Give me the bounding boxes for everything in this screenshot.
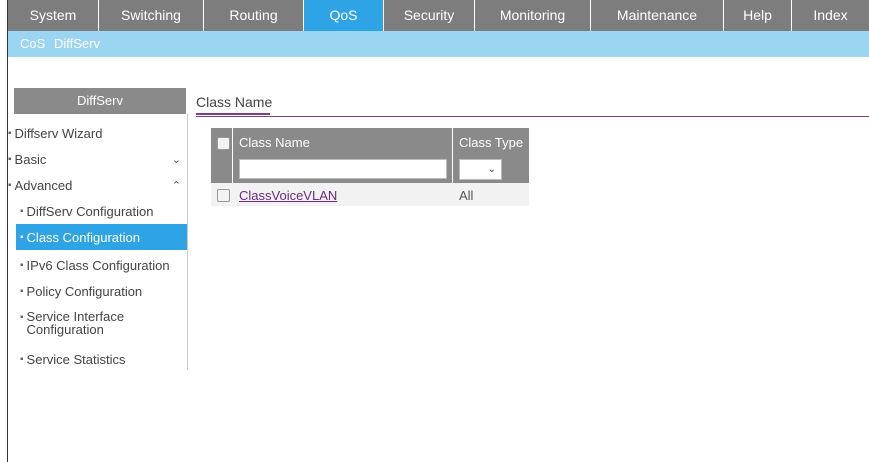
- subnav-diffserv[interactable]: DiffServ: [54, 31, 100, 57]
- sidebar-item-policy-configuration[interactable]: ▪ Policy Configuration: [16, 282, 187, 300]
- bullet-icon: ▪: [20, 231, 24, 243]
- sub-nav: CoS DiffServ: [8, 31, 869, 57]
- sidebar-item-service-interface-configuration[interactable]: ▪ Service Interface Configuration: [16, 310, 187, 340]
- row-checkbox[interactable]: [217, 189, 230, 202]
- top-nav: System Switching Routing QoS Security Mo…: [8, 0, 869, 31]
- select-all-checkbox[interactable]: [217, 137, 230, 150]
- bullet-icon: ▪: [20, 205, 24, 217]
- column-separator: [452, 128, 453, 183]
- sidebar-item-label: Service Statistics: [26, 351, 126, 367]
- class-name-filter-input[interactable]: [239, 159, 447, 179]
- sidebar-item-label: Diffserv Wizard: [14, 125, 103, 141]
- tab-help[interactable]: Help: [724, 0, 792, 31]
- column-header-class-name: Class Name: [239, 135, 310, 150]
- tab-monitoring[interactable]: Monitoring: [475, 0, 591, 31]
- chevron-up-icon: ⌃: [171, 179, 181, 192]
- sidebar-item-label: Basic: [14, 151, 47, 167]
- sidebar-item-label: DiffServ Configuration: [26, 203, 154, 219]
- sidebar-item-label: Class Configuration: [26, 229, 140, 245]
- tab-qos[interactable]: QoS: [304, 0, 384, 31]
- class-type-filter-select[interactable]: ⌄: [459, 159, 502, 180]
- sidebar-item-service-statistics[interactable]: ▪ Service Statistics: [16, 350, 187, 368]
- sidebar-item-label: Policy Configuration: [26, 283, 143, 299]
- class-type-value: All: [459, 188, 474, 203]
- tab-divider: [196, 116, 869, 117]
- sidebar-item-basic[interactable]: ▪ Basic ⌄: [8, 150, 187, 168]
- tab-maintenance[interactable]: Maintenance: [591, 0, 724, 31]
- sidebar-item-ipv6-class-configuration[interactable]: ▪ IPv6 Class Configuration: [16, 256, 187, 274]
- sidebar-item-advanced[interactable]: ▪ Advanced ⌃: [8, 176, 187, 194]
- tab-class-name[interactable]: Class Name: [196, 94, 272, 110]
- tab-security[interactable]: Security: [384, 0, 475, 31]
- bullet-icon: ▪: [20, 259, 24, 271]
- tab-switching[interactable]: Switching: [99, 0, 204, 31]
- sidebar-item-diffserv-wizard[interactable]: ▪ Diffserv Wizard: [8, 124, 187, 142]
- tab-index[interactable]: Index: [792, 0, 869, 31]
- sidebar-item-label: IPv6 Class Configuration: [26, 257, 170, 273]
- bullet-icon: ▪: [8, 179, 12, 191]
- tab-system[interactable]: System: [8, 0, 99, 31]
- bullet-icon: ▪: [8, 127, 12, 139]
- sidebar-item-label: Advanced: [14, 177, 73, 193]
- bullet-icon: ▪: [20, 312, 24, 323]
- bullet-icon: ▪: [20, 353, 24, 365]
- sidebar-item-class-configuration[interactable]: ▪ Class Configuration: [16, 224, 187, 250]
- subnav-cos[interactable]: CoS: [20, 31, 45, 57]
- class-name-link[interactable]: ClassVoiceVLAN: [239, 188, 337, 203]
- chevron-down-icon: ⌄: [171, 153, 181, 166]
- column-header-class-type: Class Type: [459, 135, 524, 150]
- table-row: ClassVoiceVLAN All: [211, 183, 529, 206]
- sidebar-item-label: Service Interface Configuration: [26, 309, 125, 337]
- chevron-down-icon: ⌄: [487, 164, 496, 175]
- table-header: Class Name Class Type: [211, 128, 529, 157]
- sidebar-item-diffserv-configuration[interactable]: ▪ DiffServ Configuration: [16, 202, 187, 220]
- bullet-icon: ▪: [20, 285, 24, 297]
- bullet-icon: ▪: [8, 153, 12, 165]
- sidebar-title: DiffServ: [14, 88, 186, 114]
- tab-routing[interactable]: Routing: [204, 0, 304, 31]
- frame-border: [7, 0, 8, 462]
- column-separator: [232, 128, 233, 183]
- sidebar-divider: [187, 114, 188, 370]
- tab-underline: [196, 113, 270, 115]
